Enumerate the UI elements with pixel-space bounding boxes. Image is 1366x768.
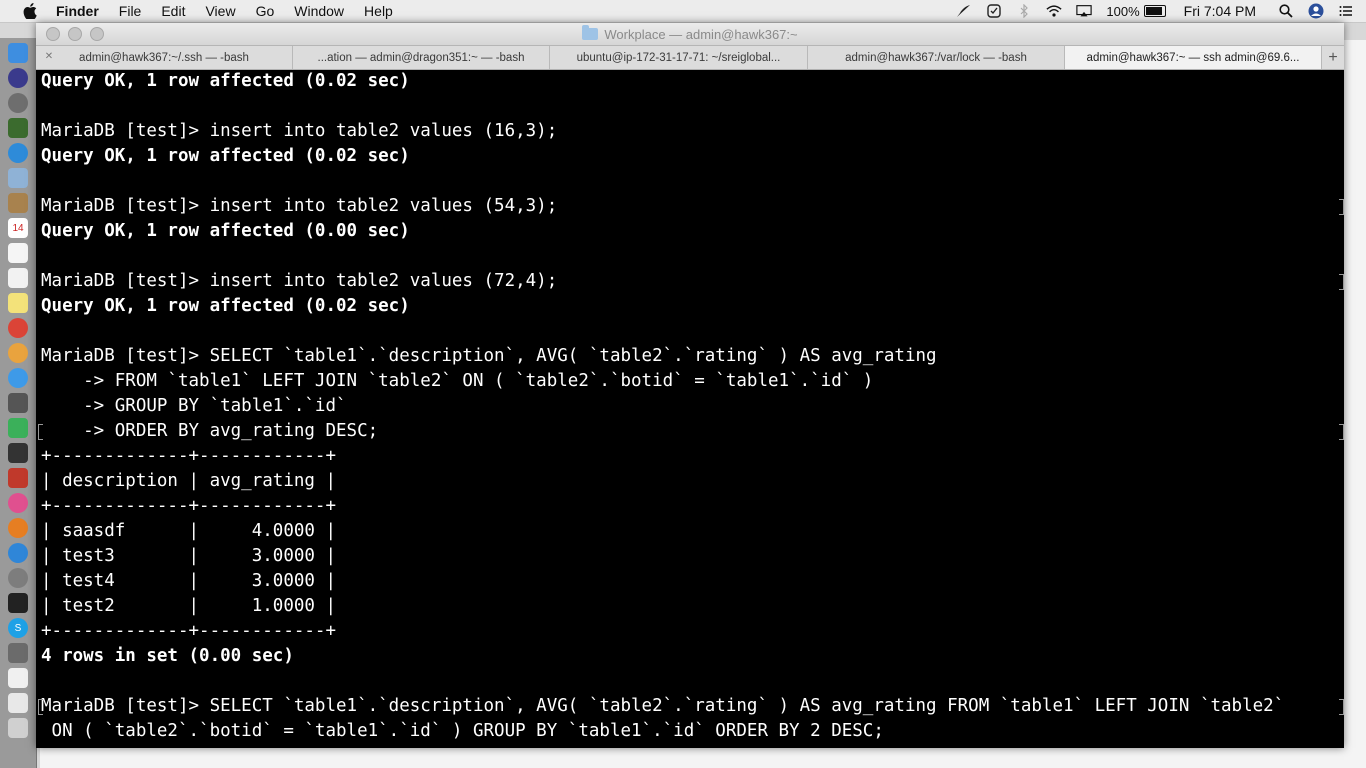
textedit-icon[interactable] [8, 268, 28, 288]
terminal-line: | test3 | 3.0000 | [41, 546, 337, 566]
app-store-icon[interactable] [8, 543, 28, 563]
downloads-icon[interactable] [8, 693, 28, 713]
line-wrap-marker [1339, 199, 1344, 215]
terminal-line: MariaDB [test]> insert into table2 value… [41, 271, 558, 291]
itunes-icon[interactable] [8, 493, 28, 513]
tab-3[interactable]: ubuntu@ip-172-31-17-71: ~/sreiglobal... [550, 46, 808, 69]
wifi-icon[interactable] [1046, 4, 1062, 18]
tab-label: admin@hawk367:~/.ssh — -bash [79, 51, 249, 64]
tab-label: admin@hawk367:/var/lock — -bash [845, 51, 1027, 64]
tab-bar: ✕ admin@hawk367:~/.ssh — -bash ...ation … [36, 46, 1344, 70]
folder-icon [582, 25, 599, 40]
tab-4[interactable]: admin@hawk367:/var/lock — -bash [808, 46, 1065, 69]
menu-clock[interactable]: Fri 7:04 PM [1184, 3, 1256, 19]
new-tab-button[interactable]: + [1322, 46, 1344, 69]
terminal-line: ON ( `table2`.`botid` = `table1`.`id` ) … [41, 721, 884, 741]
airplay-icon[interactable] [1076, 4, 1093, 18]
battery-icon [1143, 5, 1166, 17]
search-icon[interactable] [1278, 4, 1294, 18]
app-icon[interactable] [8, 393, 28, 413]
menu-file[interactable]: File [119, 3, 142, 19]
apple-icon[interactable] [20, 3, 40, 19]
terminal-line: MariaDB [test]> SELECT `table1`.`descrip… [41, 696, 1285, 716]
menu-help[interactable]: Help [364, 3, 393, 19]
user-icon[interactable] [1308, 3, 1324, 19]
safari-icon[interactable] [8, 143, 28, 163]
terminal-line: | saasdf | 4.0000 | [41, 521, 337, 541]
line-wrap-marker [38, 699, 43, 715]
window-title-text: Workplace — admin@hawk367:~ [604, 26, 798, 42]
dock: 14 S [0, 38, 37, 768]
terminal-window[interactable]: Workplace — admin@hawk367:~ ✕ admin@hawk… [36, 23, 1344, 748]
terminal-line: MariaDB [test]> insert into table2 value… [41, 196, 558, 216]
line-wrap-marker [1339, 274, 1344, 290]
feather-icon[interactable] [956, 4, 972, 18]
calendar-icon[interactable]: 14 [8, 218, 28, 238]
bluetooth-icon[interactable] [1016, 4, 1032, 18]
terminal-line: -> GROUP BY `table1`.`id` [41, 396, 347, 416]
chrome-icon[interactable] [8, 318, 28, 338]
menu-bar: Finder File Edit View Go Window Help 100… [0, 0, 1366, 23]
terminal-line: Query OK, 1 row affected (0.02 sec) [41, 146, 410, 166]
battery-percent: 100% [1106, 3, 1140, 19]
messages-icon[interactable] [8, 368, 28, 388]
line-wrap-marker [1339, 424, 1344, 440]
close-icon[interactable]: ✕ [44, 52, 54, 62]
terminal-line: -> ORDER BY avg_rating DESC; [41, 421, 379, 441]
books-icon[interactable] [8, 518, 28, 538]
launchpad-icon[interactable] [8, 93, 28, 113]
terminal-line: MariaDB [test]> insert into table2 value… [41, 121, 558, 141]
photo-booth-icon[interactable] [8, 468, 28, 488]
terminal-line: | test4 | 3.0000 | [41, 571, 337, 591]
list-icon[interactable] [1338, 4, 1354, 18]
menu-view[interactable]: View [205, 3, 235, 19]
facetime-icon[interactable] [8, 443, 28, 463]
tab-1[interactable]: ✕ admin@hawk367:~/.ssh — -bash [36, 46, 293, 69]
terminal-line: | test2 | 1.0000 | [41, 596, 337, 616]
tab-label: ...ation — admin@dragon351:~ — -bash [317, 51, 525, 64]
stickies-icon[interactable] [8, 293, 28, 313]
terminal-line: MariaDB [test]> SELECT `table1`.`descrip… [41, 346, 937, 366]
terminal-line: +-------------+------------+ [41, 446, 337, 466]
tab-5-active[interactable]: admin@hawk367:~ — ssh admin@69.6... [1065, 46, 1322, 69]
siri-icon[interactable] [8, 68, 28, 88]
skype-icon-2[interactable]: S [8, 618, 28, 638]
terminal-line: Query OK, 1 row affected (0.02 sec) [41, 71, 410, 91]
terminal-line: 4 rows in set (0.00 sec) [41, 646, 294, 666]
tab-2[interactable]: ...ation — admin@dragon351:~ — -bash [293, 46, 550, 69]
terminal-line: Query OK, 1 row affected (0.02 sec) [41, 296, 410, 316]
terminal-line: | description | avg_rating | [41, 471, 337, 491]
menu-go[interactable]: Go [256, 3, 275, 19]
preview-icon[interactable] [8, 168, 28, 188]
terminal-line: +-------------+------------+ [41, 496, 337, 516]
menu-app-name[interactable]: Finder [56, 3, 99, 19]
line-wrap-marker [38, 424, 43, 440]
finder-icon[interactable] [8, 43, 28, 63]
trash-icon[interactable] [8, 718, 28, 738]
menu-window[interactable]: Window [294, 3, 344, 19]
terminal-line: +-------------+------------+ [41, 621, 337, 641]
mission-control-icon[interactable] [8, 118, 28, 138]
window-titlebar[interactable]: Workplace — admin@hawk367:~ [36, 23, 1344, 46]
terminal-line: Query OK, 1 row affected (0.00 sec) [41, 221, 410, 241]
tab-label: admin@hawk367:~ — ssh admin@69.6... [1086, 51, 1300, 64]
notes-icon[interactable] [8, 193, 28, 213]
line-wrap-marker [1339, 699, 1344, 715]
document-icon[interactable] [8, 668, 28, 688]
window-title: Workplace — admin@hawk367:~ [36, 23, 1344, 45]
battery-indicator[interactable]: 100% [1106, 3, 1166, 19]
terminal-output[interactable]: Query OK, 1 row affected (0.02 sec) Maria… [36, 69, 1344, 748]
terminal-line: -> FROM `table1` LEFT JOIN `table2` ON (… [41, 371, 874, 391]
photos-icon[interactable] [8, 343, 28, 363]
reminders-icon[interactable] [8, 243, 28, 263]
check-circle-icon[interactable] [986, 4, 1002, 18]
skype-icon[interactable] [8, 418, 28, 438]
system-preferences-icon[interactable] [8, 568, 28, 588]
tab-label: ubuntu@ip-172-31-17-71: ~/sreiglobal... [576, 51, 781, 64]
sublime-icon[interactable] [8, 643, 28, 663]
menu-edit[interactable]: Edit [161, 3, 185, 19]
terminal-icon[interactable] [8, 593, 28, 613]
